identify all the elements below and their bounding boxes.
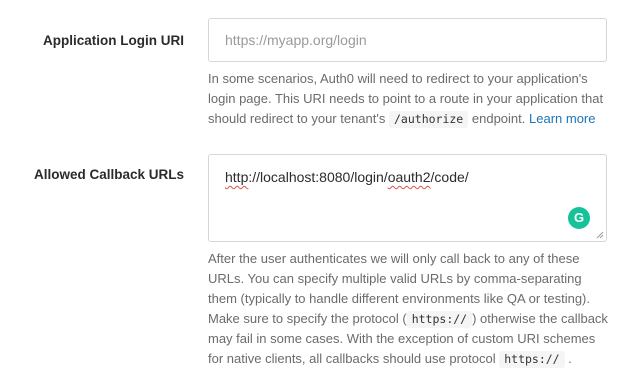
allowed-callback-urls-textarea[interactable]: http://localhost:8080/login/oauth2/code/…	[208, 154, 607, 242]
allowed-callback-urls-label: Allowed Callback URLs	[33, 167, 184, 182]
learn-more-link[interactable]: Learn more	[529, 111, 595, 126]
callback-url-value: http://localhost:8080/login/oauth2/code/	[225, 169, 469, 185]
https-code-2: https://	[499, 351, 565, 368]
callback-url-middle: ://localhost:8080/login/	[248, 169, 388, 185]
callback-help-text-3: .	[568, 351, 572, 366]
resize-handle-icon[interactable]	[596, 231, 604, 239]
application-login-uri-label: Application Login URI	[43, 33, 184, 48]
grammarly-icon[interactable]: G	[568, 207, 590, 229]
callback-url-suffix: /code/	[430, 169, 469, 185]
authorize-code: /authorize	[389, 111, 469, 128]
login-help-text-end: endpoint.	[471, 111, 526, 126]
https-code-1: https://	[406, 311, 473, 328]
callback-url-http: http	[225, 169, 249, 185]
application-login-uri-input[interactable]	[208, 18, 607, 62]
application-login-uri-help: In some scenarios, Auth0 will need to re…	[208, 69, 608, 129]
callback-url-oauth: oauth2	[387, 169, 431, 185]
allowed-callback-urls-help: After the user authenticates we will onl…	[208, 249, 608, 369]
